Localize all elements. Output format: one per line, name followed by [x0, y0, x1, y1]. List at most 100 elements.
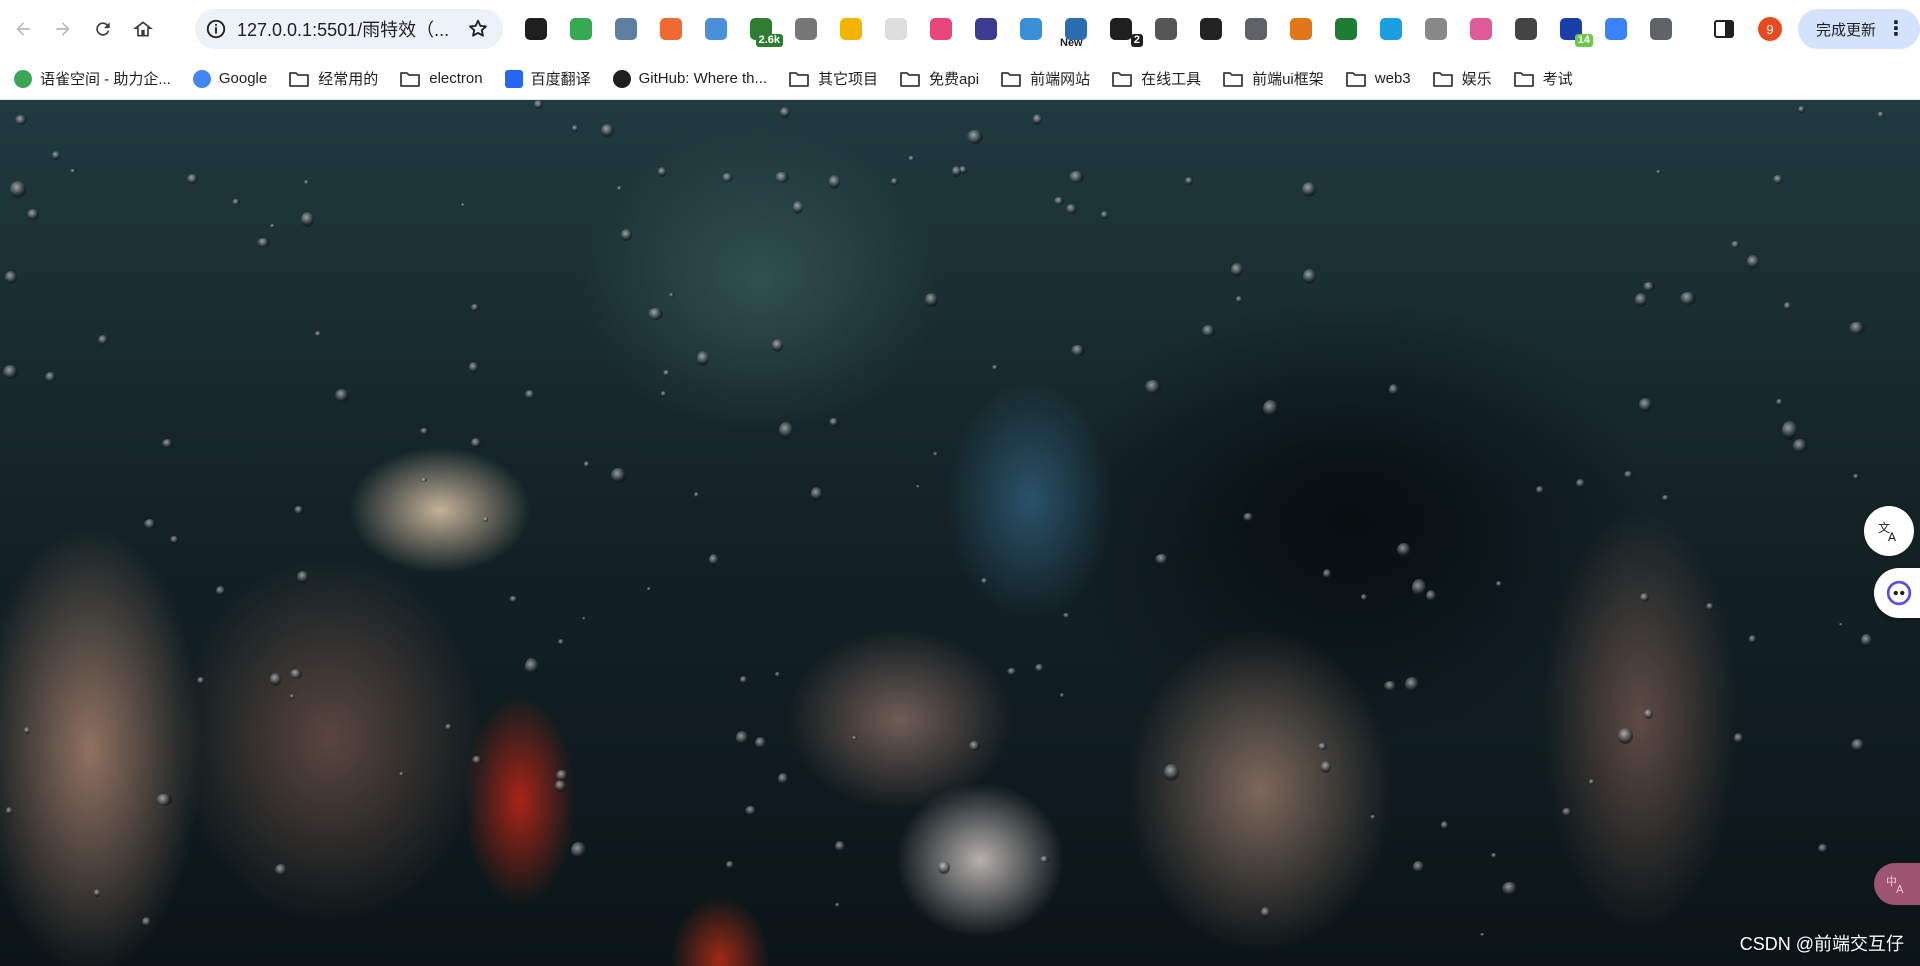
extension-button[interactable]: [1645, 13, 1677, 45]
rain-drop: [669, 293, 674, 297]
extension-button[interactable]: [790, 13, 822, 45]
folder-icon: [1112, 71, 1132, 87]
bookmark-link[interactable]: GitHub: Where th...: [612, 69, 767, 88]
extension-button[interactable]: [1150, 13, 1182, 45]
rain-drop: [301, 212, 314, 227]
rain-drop: [290, 669, 302, 679]
rain-drop: [745, 806, 757, 815]
extension-button[interactable]: New: [1060, 13, 1092, 49]
rain-drop: [1496, 581, 1502, 587]
rain-drop: [445, 724, 452, 730]
folder-icon: [1432, 71, 1453, 87]
bookmark-label: 语雀空间 - 助力企...: [40, 71, 171, 88]
extension-button[interactable]: [1015, 13, 1047, 45]
rain-drop: [1562, 808, 1572, 816]
rain-drop: [534, 100, 543, 109]
bookmark-folder[interactable]: 其它项目: [789, 68, 878, 89]
home-button[interactable]: [126, 12, 160, 46]
folder-icon: [289, 71, 310, 87]
extensions-row: 2.6k New 2 14: [520, 12, 1690, 49]
bookmark-folder[interactable]: web3: [1345, 70, 1411, 87]
extension-button[interactable]: [1600, 13, 1632, 45]
extension-button[interactable]: [1195, 13, 1227, 45]
download-arrow-icon: [1335, 18, 1357, 40]
rain-drop: [555, 780, 566, 792]
rain-drop: [726, 861, 734, 869]
rain-drop: [1397, 543, 1411, 557]
home-icon: [133, 21, 153, 37]
bookmark-label: 免费api: [929, 71, 980, 88]
rain-drop: [216, 586, 225, 596]
extension-button[interactable]: [835, 13, 867, 45]
address-bar[interactable]: 127.0.0.1:5501/雨特效（...: [195, 9, 503, 49]
profile-avatar[interactable]: 9: [1757, 17, 1782, 41]
extension-button[interactable]: [520, 13, 552, 45]
extension-button[interactable]: [970, 13, 1002, 45]
bookmark-folder[interactable]: 在线工具: [1112, 68, 1201, 89]
bookmark-label: 娱乐: [1461, 71, 1492, 88]
rain-drop: [1370, 815, 1376, 819]
more-menu-icon[interactable]: ⋮: [1886, 19, 1906, 39]
bookmark-folder[interactable]: 前端ui框架: [1223, 68, 1324, 89]
rain-drop: [1624, 471, 1633, 478]
bookmark-folder[interactable]: 娱乐: [1432, 68, 1492, 89]
back-button[interactable]: [6, 12, 40, 46]
bookmark-star-icon[interactable]: [467, 18, 489, 40]
extension-button[interactable]: 14: [1555, 13, 1593, 47]
extension-button[interactable]: 2: [1105, 13, 1143, 47]
forward-button[interactable]: [46, 12, 80, 46]
extension-button[interactable]: [610, 13, 642, 45]
bookmark-folder[interactable]: 经常用的: [289, 68, 378, 89]
rain-drop: [399, 772, 404, 776]
rain-drop: [1747, 255, 1759, 269]
rain-drop: [584, 461, 589, 468]
extension-button[interactable]: [1330, 13, 1362, 45]
folder-icon: [789, 71, 809, 87]
extension-button[interactable]: [1510, 13, 1542, 45]
finish-update-button[interactable]: 完成更新 ⋮: [1797, 9, 1920, 49]
rain-drop: [775, 672, 780, 677]
rain-drop: [556, 770, 568, 781]
rain-drop: [908, 156, 915, 161]
bookmark-folder[interactable]: 前端网站: [1001, 68, 1090, 89]
rain-drop: [772, 339, 783, 352]
translate-float-button[interactable]: 文 A: [1864, 506, 1914, 556]
rain-drop: [24, 727, 30, 734]
url-text[interactable]: 127.0.0.1:5501/雨特效（...: [237, 16, 457, 42]
extension-button[interactable]: [1240, 13, 1272, 45]
extension-button[interactable]: [1285, 13, 1317, 45]
rain-drop: [722, 173, 733, 182]
assistant-float-button[interactable]: [1874, 568, 1920, 618]
bookmark-link[interactable]: 百度翻译: [504, 68, 591, 89]
reload-button[interactable]: [86, 12, 120, 46]
extension-button[interactable]: [565, 13, 597, 45]
bookmark-folder[interactable]: electron: [400, 70, 483, 87]
extension-button[interactable]: 2.6k: [745, 13, 783, 47]
extension-button[interactable]: [1420, 13, 1452, 45]
extension-button[interactable]: [880, 13, 912, 45]
rain-drop: [1426, 590, 1436, 602]
rain-drop: [1749, 635, 1756, 644]
extension-button[interactable]: [700, 13, 732, 45]
translate-tab-button[interactable]: 中 A: [1874, 863, 1920, 905]
bookmark-link[interactable]: Google: [192, 69, 267, 88]
rain-drop: [571, 842, 586, 859]
extension-button[interactable]: [1375, 13, 1407, 45]
rain-drop: [1202, 325, 1215, 337]
extension-button[interactable]: [655, 13, 687, 45]
bookmark-folder[interactable]: 免费api: [900, 68, 979, 89]
rain-drop: [1861, 634, 1872, 647]
rain-drop: [1441, 821, 1448, 830]
site-info-icon[interactable]: [205, 18, 227, 40]
rain-drop: [232, 199, 240, 205]
rain-drop: [142, 917, 151, 927]
side-panel-icon[interactable]: [1712, 17, 1736, 41]
extension-button[interactable]: [1465, 13, 1497, 45]
bookmark-link[interactable]: 语雀空间 - 助力企...: [14, 68, 171, 89]
rain-drop: [1185, 177, 1193, 185]
puzzle-icon: [1650, 18, 1672, 40]
folder-icon: [1001, 71, 1021, 87]
bookmark-folder[interactable]: 考试: [1513, 68, 1573, 89]
rain-drop: [1412, 579, 1426, 597]
extension-button[interactable]: [925, 13, 957, 45]
